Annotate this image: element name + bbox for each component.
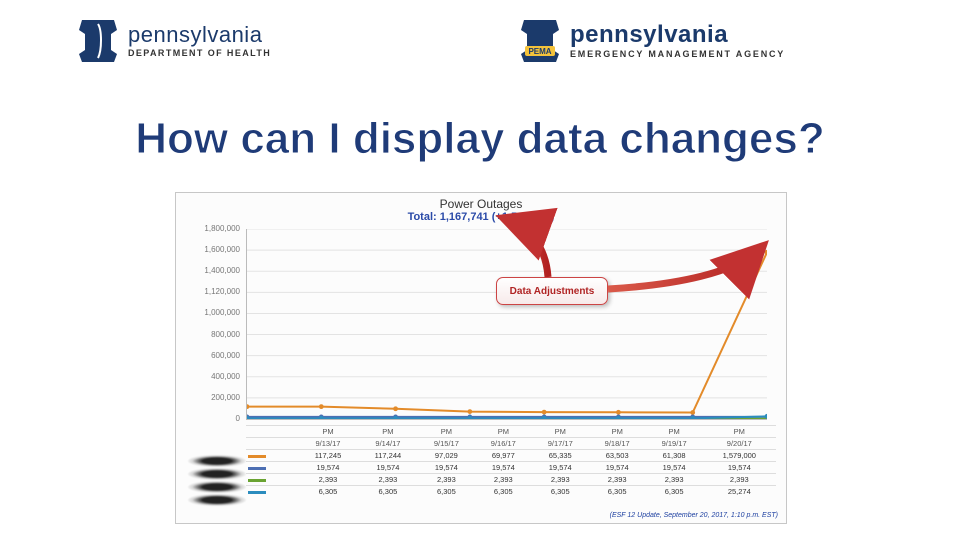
chart-plot (246, 229, 767, 420)
agency-name: pennsylvania (128, 22, 271, 48)
chart-card: Power Outages Total: 1,167,741 (+1,527,0… (175, 192, 787, 524)
header-logos: pennsylvania DEPARTMENT OF HEALTH PEMA p… (0, 18, 960, 72)
table-date: 9/13/17 (298, 438, 358, 450)
table-date: 9/18/17 (589, 438, 646, 450)
table-header: PM (703, 426, 776, 438)
keystone-icon (78, 18, 118, 62)
redacted-label (188, 494, 246, 506)
y-tick: 800,000 (180, 330, 240, 339)
chart-title: Power Outages (176, 197, 786, 211)
callout-data-adjustments: Data Adjustments (496, 277, 608, 305)
table-header: PM (532, 426, 589, 438)
y-tick: 1,400,000 (180, 266, 240, 275)
table-header: PM (475, 426, 532, 438)
table-date: 9/17/17 (532, 438, 589, 450)
table-header: PM (646, 426, 703, 438)
redacted-label (188, 455, 246, 467)
table-date: 9/20/17 (703, 438, 776, 450)
table-date: 9/14/17 (358, 438, 418, 450)
chart-footer: (ESF 12 Update, September 20, 2017, 1:10… (610, 512, 778, 519)
legend-swatch (248, 491, 266, 494)
table-row: 2,3932,3932,3932,3932,3932,3932,3932,393 (246, 474, 776, 486)
redacted-label (188, 468, 246, 480)
y-tick: 400,000 (180, 372, 240, 381)
agency-doh: pennsylvania DEPARTMENT OF HEALTH (78, 18, 271, 62)
table-row: 19,57419,57419,57419,57419,57419,57419,5… (246, 462, 776, 474)
legend-swatch (248, 455, 266, 458)
chart-data-table: PMPMPMPMPMPMPMPM9/13/179/14/179/15/179/1… (246, 425, 776, 497)
table-header: PM (589, 426, 646, 438)
table-date: 9/15/17 (418, 438, 475, 450)
y-tick: 600,000 (180, 351, 240, 360)
y-tick: 1,600,000 (180, 245, 240, 254)
table-date: 9/19/17 (646, 438, 703, 450)
y-tick: 0 (180, 414, 240, 423)
y-tick: 200,000 (180, 393, 240, 402)
table-header: PM (298, 426, 358, 438)
svg-text:PEMA: PEMA (528, 47, 551, 56)
agency-name: pennsylvania (570, 21, 785, 49)
y-tick: 1,800,000 (180, 224, 240, 233)
redacted-label (188, 481, 246, 493)
table-row: 117,245117,24497,02969,97765,33563,50361… (246, 450, 776, 462)
agency-pema: PEMA pennsylvania EMERGENCY MANAGEMENT A… (520, 18, 785, 62)
slide-title: How can I display data changes? (0, 114, 960, 164)
legend-swatch (248, 479, 266, 482)
table-header: PM (418, 426, 475, 438)
y-tick: 1,120,000 (180, 287, 240, 296)
keystone-icon: PEMA (520, 18, 560, 62)
agency-sub: EMERGENCY MANAGEMENT AGENCY (570, 49, 785, 59)
legend-swatch (248, 467, 266, 470)
agency-sub: DEPARTMENT OF HEALTH (128, 48, 271, 58)
table-row: 6,3056,3056,3056,3056,3056,3056,30525,27… (246, 486, 776, 498)
y-tick: 1,000,000 (180, 308, 240, 317)
table-date: 9/16/17 (475, 438, 532, 450)
table-header: PM (358, 426, 418, 438)
chart-subtitle: Total: 1,167,741 (+1,527,061) (176, 211, 786, 223)
